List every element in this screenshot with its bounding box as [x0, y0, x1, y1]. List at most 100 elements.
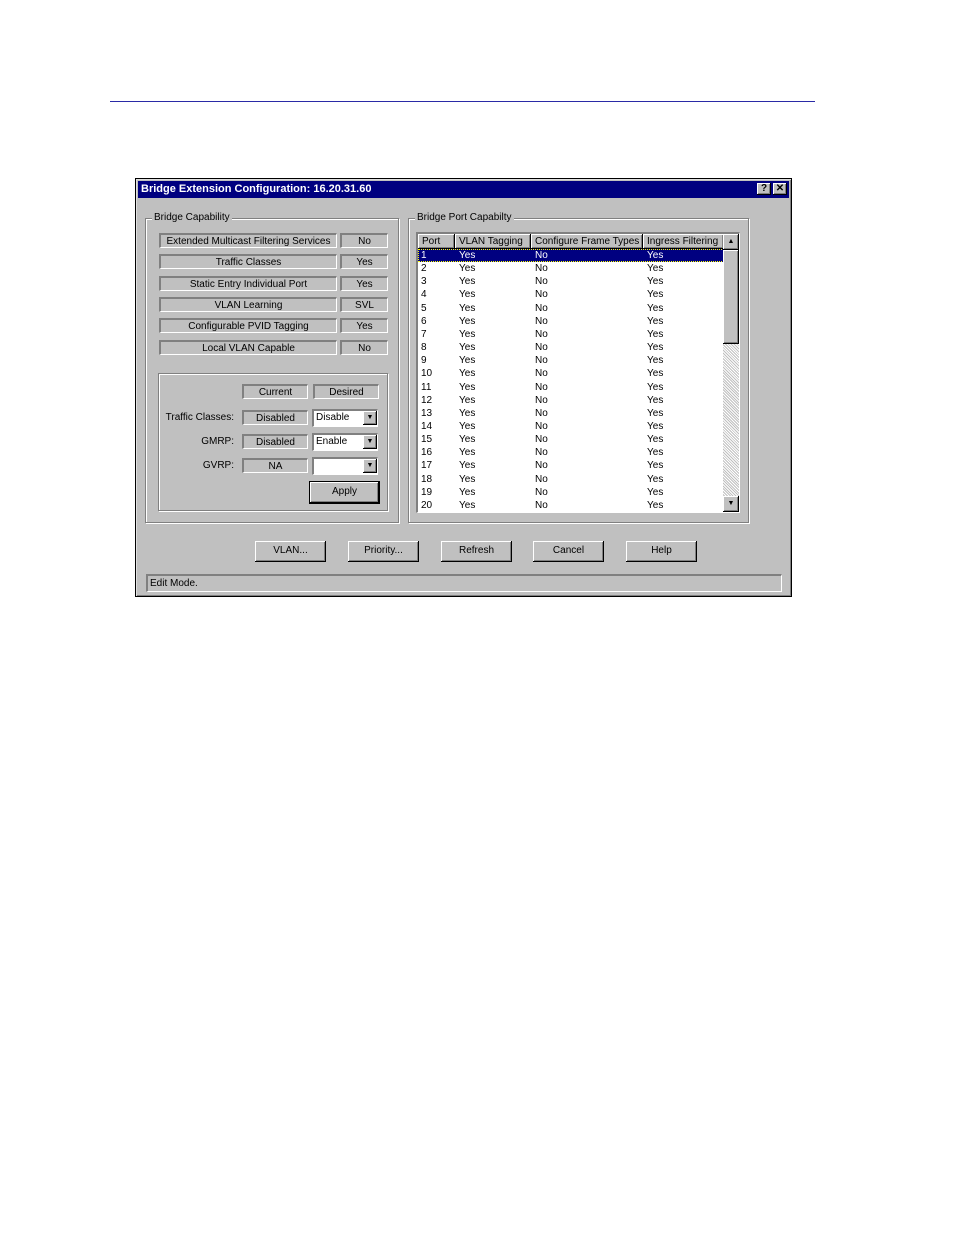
port-cell: 19 [421, 486, 433, 498]
table-row[interactable]: 18 Yes No Yes [418, 473, 724, 486]
table-row[interactable]: 7 Yes No Yes [418, 328, 724, 341]
dropdown-arrow-icon[interactable]: ▼ [363, 435, 377, 449]
apply-button[interactable]: Apply [309, 481, 380, 504]
gmrp-value: Enable [316, 436, 348, 447]
table-row[interactable]: 2 Yes No Yes [418, 262, 724, 275]
frame-types-cell: No [535, 302, 548, 314]
table-row[interactable]: 5 Yes No Yes [418, 302, 724, 315]
table-row[interactable]: 15 Yes No Yes [418, 433, 724, 446]
table-row[interactable]: 13 Yes No Yes [418, 407, 724, 420]
port-list[interactable]: Port VLAN Tagging Configure Frame Types … [416, 232, 740, 513]
frame-types-cell: No [535, 407, 548, 419]
gmrp-label: GMRP: [201, 436, 234, 447]
table-row[interactable]: 17 Yes No Yes [418, 459, 724, 472]
frame-types-cell: No [535, 355, 548, 367]
gmrp-current: Disabled [242, 434, 308, 449]
port-cell: 11 [421, 381, 432, 393]
table-row[interactable]: 8 Yes No Yes [418, 341, 724, 354]
vlan-tagging-cell: Yes [459, 342, 476, 354]
traffic-classes-select[interactable]: Disable ▼ [312, 409, 378, 427]
close-icon[interactable]: ✕ [773, 183, 787, 195]
ingress-filtering-cell: Yes [647, 315, 664, 327]
vertical-scrollbar[interactable]: ▲ ▼ [723, 234, 739, 512]
table-row[interactable]: 20 Yes No Yes [418, 499, 724, 512]
table-row[interactable]: 6 Yes No Yes [418, 315, 724, 328]
column-header-frame-types[interactable]: Configure Frame Types [531, 234, 643, 249]
port-cell: 9 [421, 355, 427, 367]
port-cell: 6 [421, 315, 427, 327]
capability-label: Extended Multicast Filtering Services [159, 233, 337, 248]
frame-types-cell: No [535, 434, 548, 446]
title-bar: Bridge Extension Configuration: 16.20.31… [138, 181, 789, 198]
dropdown-arrow-icon[interactable]: ▼ [363, 411, 377, 425]
table-row[interactable]: 11 Yes No Yes [418, 381, 724, 394]
column-header-port[interactable]: Port [418, 234, 455, 249]
traffic-classes-label: Traffic Classes: [165, 412, 234, 423]
capability-label: Local VLAN Capable [159, 339, 337, 355]
capability-value: Yes [340, 254, 388, 270]
table-row[interactable]: 10 Yes No Yes [418, 367, 724, 380]
vlan-tagging-cell: Yes [459, 328, 476, 340]
scroll-down-icon[interactable]: ▼ [723, 496, 739, 512]
desired-header: Desired [313, 384, 379, 399]
frame-types-cell: No [535, 342, 548, 354]
vlan-tagging-cell: Yes [459, 289, 476, 301]
ingress-filtering-cell: Yes [647, 420, 664, 432]
port-cell: 10 [421, 368, 433, 380]
ingress-filtering-cell: Yes [647, 499, 664, 511]
table-row[interactable]: 3 Yes No Yes [418, 275, 724, 288]
current-header: Current [242, 384, 308, 399]
capability-value: Yes [340, 318, 388, 334]
capability-value: No [340, 233, 388, 248]
status-bar: Edit Mode. [146, 574, 782, 592]
frame-types-cell: No [535, 473, 548, 485]
port-cell: 13 [421, 407, 433, 419]
frame-types-cell: No [535, 381, 548, 393]
vlan-tagging-cell: Yes [459, 486, 476, 498]
table-row[interactable]: 12 Yes No Yes [418, 394, 724, 407]
ingress-filtering-cell: Yes [647, 342, 664, 354]
port-cell: 12 [421, 394, 433, 406]
table-row[interactable]: 16 Yes No Yes [418, 446, 724, 459]
help-icon[interactable]: ? [757, 183, 771, 195]
capability-label: VLAN Learning [159, 296, 337, 312]
dropdown-arrow-icon[interactable]: ▼ [363, 459, 377, 473]
ingress-filtering-cell: Yes [647, 447, 664, 459]
column-header-vlan-tagging[interactable]: VLAN Tagging [455, 234, 531, 249]
ingress-filtering-cell: Yes [647, 486, 664, 498]
capability-value: SVL [340, 296, 388, 312]
vlan-tagging-cell: Yes [459, 276, 476, 288]
port-cell: 20 [421, 499, 433, 511]
table-row[interactable]: 1 Yes No Yes [418, 249, 724, 262]
column-header-ingress-filtering[interactable]: Ingress Filtering [643, 234, 724, 249]
gmrp-select[interactable]: Enable ▼ [312, 433, 378, 451]
vlan-button[interactable]: VLAN... [255, 541, 326, 562]
page-header-rule [110, 101, 815, 102]
priority-button[interactable]: Priority... [348, 541, 419, 562]
capability-value: No [340, 339, 388, 355]
scroll-up-icon[interactable]: ▲ [723, 234, 739, 250]
table-row[interactable]: 19 Yes No Yes [418, 486, 724, 499]
refresh-button[interactable]: Refresh [441, 541, 512, 562]
ingress-filtering-cell: Yes [647, 302, 664, 314]
ingress-filtering-cell: Yes [647, 328, 664, 340]
help-button[interactable]: Help [626, 541, 697, 562]
ingress-filtering-cell: Yes [647, 263, 664, 275]
frame-types-cell: No [535, 289, 548, 301]
ingress-filtering-cell: Yes [647, 289, 664, 301]
frame-types-cell: No [535, 394, 548, 406]
port-cell: 5 [421, 302, 427, 314]
port-cell: 3 [421, 276, 427, 288]
scroll-thumb[interactable] [723, 250, 739, 344]
port-cell: 14 [421, 420, 433, 432]
traffic-classes-current: Disabled [242, 410, 308, 425]
vlan-tagging-cell: Yes [459, 460, 476, 472]
cancel-button[interactable]: Cancel [533, 541, 604, 562]
table-row[interactable]: 4 Yes No Yes [418, 288, 724, 301]
ingress-filtering-cell: Yes [647, 407, 664, 419]
capability-label: Configurable PVID Tagging [159, 318, 337, 334]
gvrp-select[interactable]: ▼ [312, 457, 378, 475]
vlan-tagging-cell: Yes [459, 355, 476, 367]
table-row[interactable]: 14 Yes No Yes [418, 420, 724, 433]
table-row[interactable]: 9 Yes No Yes [418, 354, 724, 367]
